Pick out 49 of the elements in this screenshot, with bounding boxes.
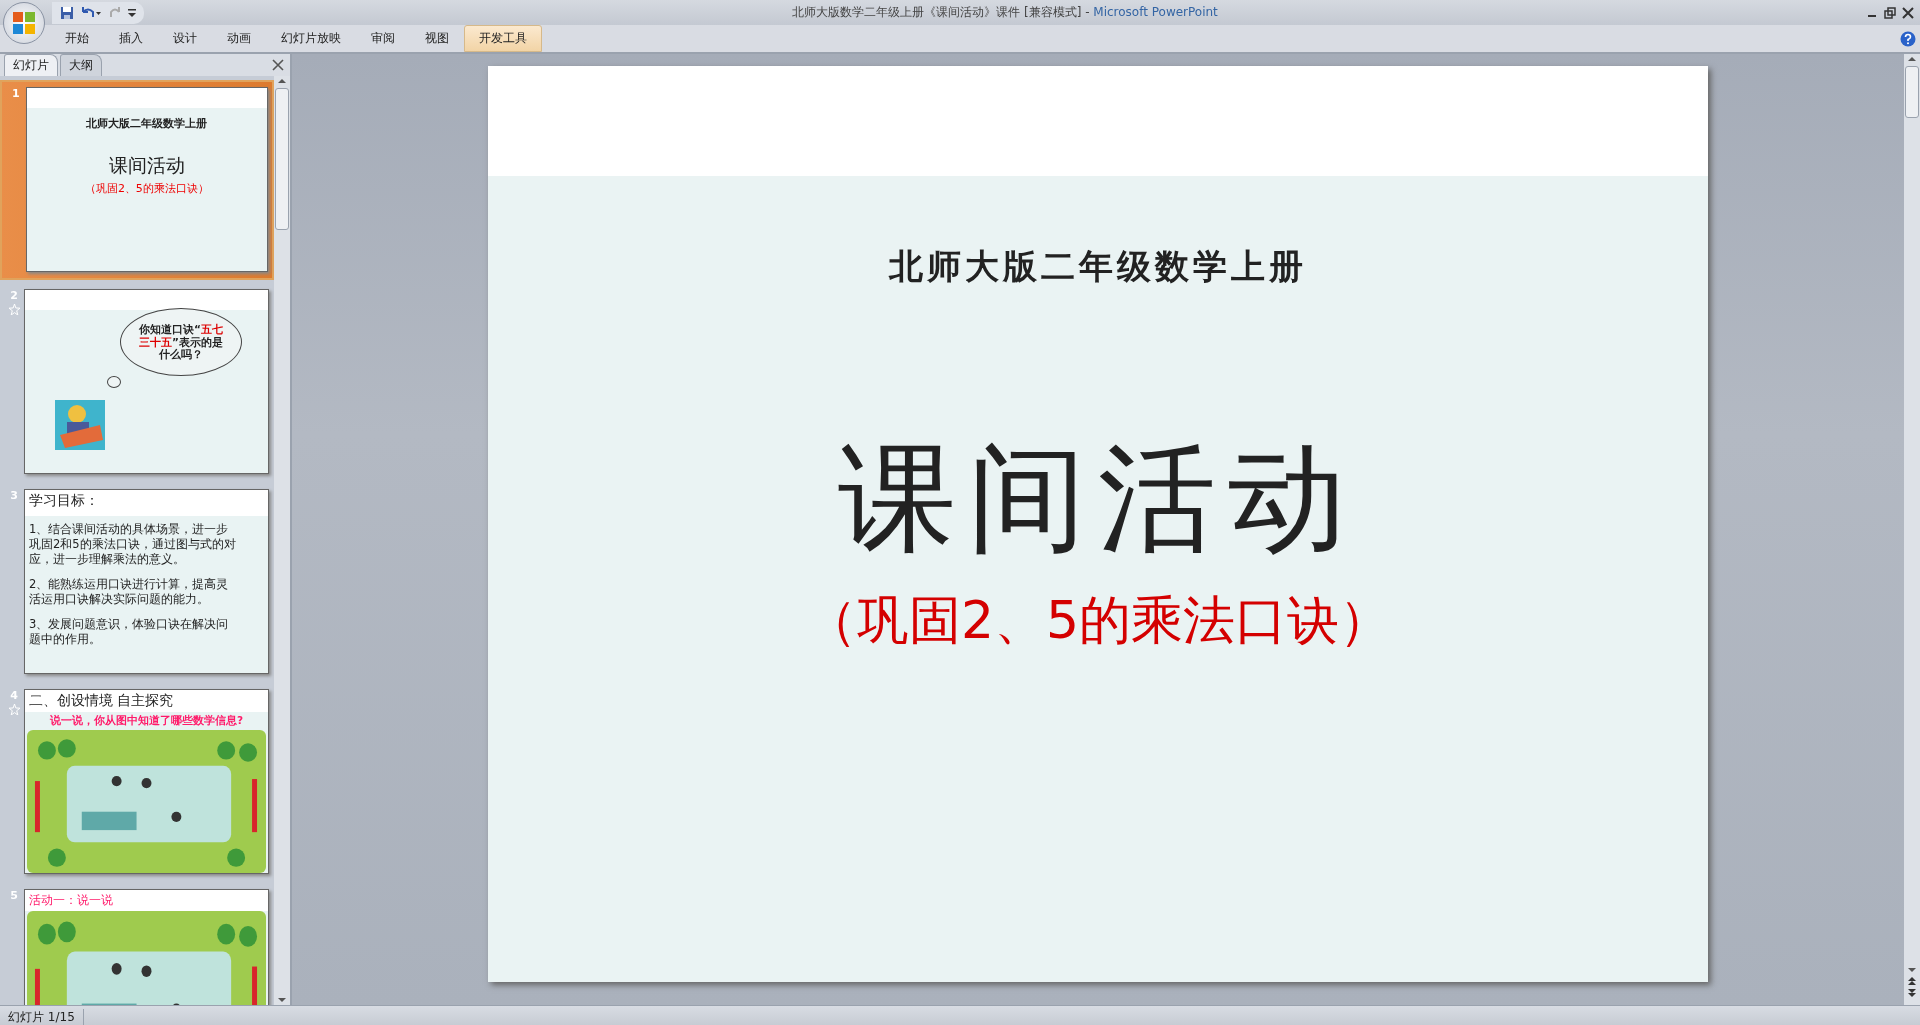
- window-title: 北师大版数学二年级上册《课间活动》课件 [兼容模式] - Microsoft PowerPoint: [791, 4, 1219, 21]
- ribbon-tab[interactable]: 幻灯片放映: [266, 25, 356, 52]
- slide-indicator: 幻灯片 1/15: [0, 1008, 84, 1025]
- slide-number: 4: [10, 689, 18, 702]
- objective-text: 3、发展问题意识，体验口诀在解决问题中的作用。: [29, 616, 230, 647]
- ribbon-tab[interactable]: 开发工具: [464, 25, 542, 52]
- slide-subtitle: （巩固2、5的乘法口诀）: [83, 181, 210, 196]
- slide-title: 课间活动: [107, 153, 186, 178]
- slide-number: 5: [10, 889, 18, 902]
- slide-question: 说一说，你从图中知道了哪些数学信息?: [48, 713, 245, 728]
- ribbon-tab[interactable]: 动画: [212, 25, 266, 52]
- save-icon[interactable]: [60, 5, 74, 20]
- next-slide-icon[interactable]: [1907, 987, 1917, 999]
- scrollbar-thumb[interactable]: [275, 88, 289, 230]
- close-icon[interactable]: [1902, 6, 1914, 19]
- scrollbar[interactable]: [1904, 54, 1920, 1005]
- thought-puff: [107, 376, 121, 388]
- ribbon-tab[interactable]: 插入: [104, 25, 158, 52]
- office-logo-icon: [12, 11, 36, 35]
- pane-tab[interactable]: 幻灯片: [4, 54, 58, 76]
- ribbon-tab[interactable]: 审阅: [356, 25, 410, 52]
- slide-heading: 二、创设情境 自主探究: [25, 690, 268, 712]
- objective-text: 2、能熟练运用口诀进行计算，提高灵活运用口诀解决实际问题的能力。: [29, 576, 230, 607]
- scrollbar-thumb[interactable]: [1905, 66, 1919, 118]
- slide-heading: 学习目标：: [25, 490, 268, 516]
- scroll-down-icon[interactable]: [1907, 965, 1917, 975]
- close-icon[interactable]: [272, 59, 284, 71]
- ribbon-tab[interactable]: 视图: [410, 25, 464, 52]
- slide-heading: 活动一：说一说: [25, 890, 268, 911]
- undo-icon[interactable]: [80, 5, 102, 20]
- office-button[interactable]: [3, 2, 45, 44]
- scrollbar[interactable]: [274, 76, 290, 1005]
- slide-number: 3: [10, 489, 18, 502]
- previous-slide-icon[interactable]: [1907, 975, 1917, 987]
- ribbon-tab[interactable]: 设计: [158, 25, 212, 52]
- ribbon-tab[interactable]: 开始: [50, 25, 104, 52]
- slide-number: 2: [10, 289, 18, 302]
- slide-heading: 北师大版二年级数学上册: [85, 116, 209, 131]
- help-icon[interactable]: [1900, 30, 1916, 47]
- objective-text: 1、结合课间活动的具体场景，进一步巩固2和5的乘法口诀，通过图与式的对应，进一步理解乘法的意义。: [29, 522, 237, 567]
- bubble-text: 你知道口诀“五七三十五”表示的是什么吗？: [138, 323, 224, 361]
- restore-icon[interactable]: [1884, 6, 1896, 19]
- customize-caret-icon[interactable]: [128, 7, 136, 18]
- slide-number: 1: [12, 87, 20, 100]
- slide-heading: 北师大版二年级数学上册: [889, 245, 1307, 288]
- pane-tab[interactable]: 大纲: [60, 54, 102, 76]
- slide-subtitle: （巩固2、5的乘法口诀）: [804, 589, 1392, 652]
- slide-title: 课间活动: [838, 428, 1358, 569]
- slide-thumbnail[interactable]: 1 北师大版二年级数学上册 课间活动 （巩固2、5的乘法口诀）: [0, 80, 274, 280]
